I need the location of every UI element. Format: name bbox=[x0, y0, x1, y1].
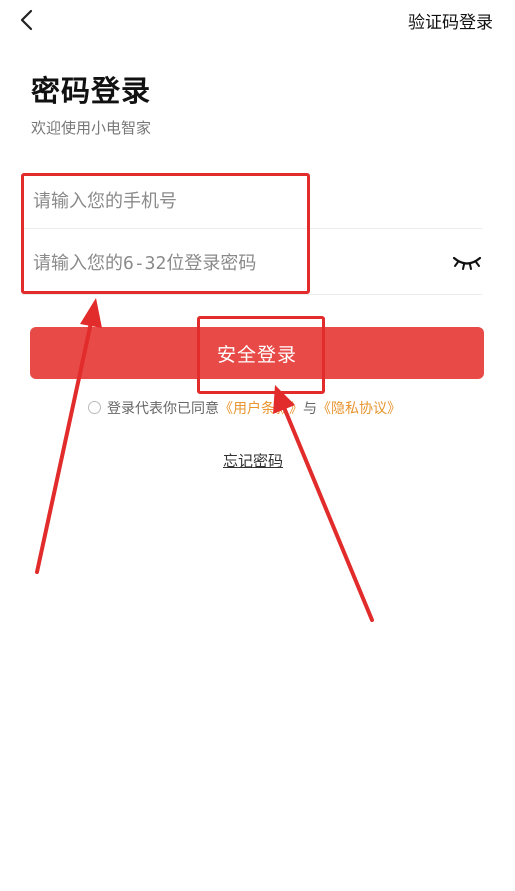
privacy-link[interactable]: 《隐私协议》 bbox=[317, 401, 401, 417]
forgot-password-link[interactable]: 忘记密码 bbox=[223, 450, 283, 471]
password-input[interactable] bbox=[31, 230, 435, 296]
agreement-prefix: 登录代表你已同意 bbox=[107, 401, 219, 417]
page-title: 密码登录 bbox=[31, 74, 152, 108]
phone-input[interactable] bbox=[31, 172, 435, 230]
annotation-arrow-right bbox=[273, 385, 374, 622]
sms-login-link[interactable]: 验证码登录 bbox=[408, 8, 493, 33]
password-field-row bbox=[22, 230, 482, 296]
agreement-row: 登录代表你已同意《用户条款》与《隐私协议》 bbox=[88, 398, 401, 418]
agree-radio[interactable] bbox=[88, 401, 101, 414]
back-arrow-icon[interactable] bbox=[14, 6, 42, 34]
page-subtitle: 欢迎使用小电智家 bbox=[31, 119, 152, 137]
eye-closed-icon[interactable] bbox=[452, 254, 482, 272]
phone-field-row bbox=[22, 172, 482, 230]
terms-link[interactable]: 《用户条款》 bbox=[219, 401, 303, 417]
login-button[interactable]: 安全登录 bbox=[30, 327, 484, 379]
agreement-conjunction: 与 bbox=[303, 401, 317, 417]
